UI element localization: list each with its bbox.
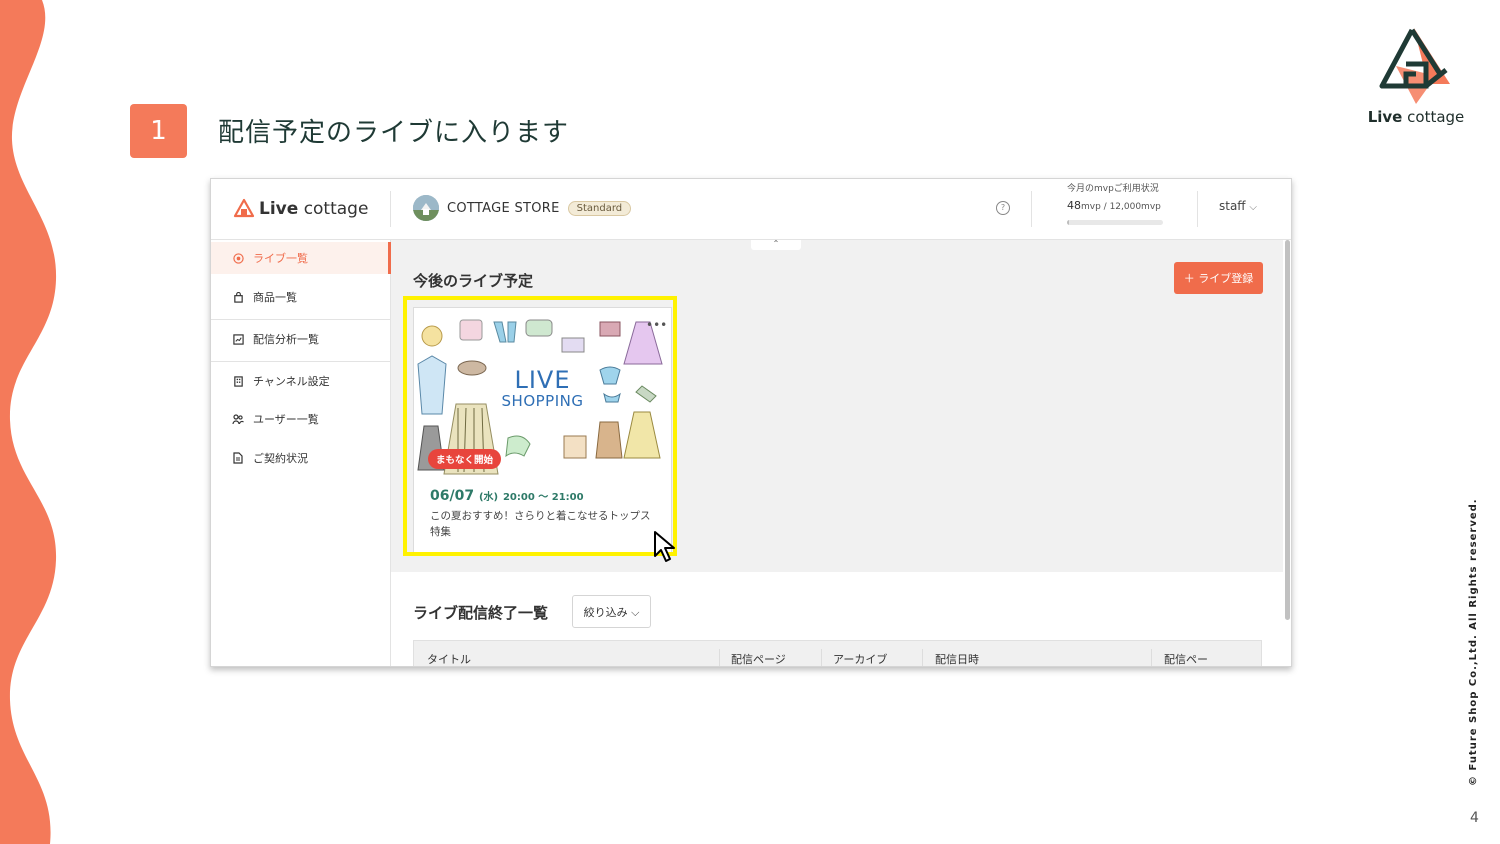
house-logo-icon bbox=[233, 198, 255, 218]
header-divider bbox=[1197, 191, 1198, 227]
sidebar-item-label: ユーザー一覧 bbox=[253, 413, 319, 426]
plan-badge: Standard bbox=[567, 200, 632, 216]
sidebar-item-label: ライブ一覧 bbox=[253, 252, 308, 265]
sidebar-item-label: チャンネル設定 bbox=[253, 375, 330, 388]
chevron-down-icon: ⌵ bbox=[1249, 202, 1257, 213]
column-header[interactable]: 配信ページ bbox=[731, 651, 786, 666]
page-number: 4 bbox=[1470, 810, 1479, 826]
store-name: COTTAGE STORE bbox=[447, 200, 560, 216]
document-icon bbox=[232, 452, 244, 464]
chart-icon bbox=[232, 333, 244, 345]
help-icon[interactable]: ? bbox=[996, 201, 1010, 215]
app-screenshot: Live cottage COTTAGE STORE Standard ? 今月… bbox=[210, 178, 1292, 667]
usage-status: 今月のmvpご利用状況 48mvp / 12,000mvp bbox=[1067, 181, 1177, 225]
collapse-toggle[interactable]: ⌃ bbox=[751, 240, 801, 250]
decorative-wave bbox=[0, 0, 57, 844]
bag-icon bbox=[232, 291, 244, 303]
upcoming-section-title: 今後のライブ予定 bbox=[413, 272, 534, 290]
step-number-badge: 1 bbox=[130, 104, 187, 158]
mouse-cursor-icon bbox=[654, 531, 675, 562]
highlight-frame bbox=[403, 296, 677, 556]
play-circle-icon bbox=[232, 252, 244, 264]
column-divider bbox=[1151, 649, 1152, 666]
app-logo[interactable]: Live cottage bbox=[233, 195, 368, 223]
copyright-notice: © Future Shop Co.,Ltd. All Rights reserv… bbox=[1468, 498, 1479, 786]
filter-dropdown[interactable]: 絞り込み ⌵ bbox=[572, 595, 651, 628]
sidebar-item-label: 配信分析一覧 bbox=[253, 333, 319, 346]
store-switcher[interactable]: COTTAGE STORE Standard bbox=[413, 195, 632, 221]
sidebar-item-contract[interactable]: ご契約状況 bbox=[211, 442, 390, 474]
add-live-button[interactable]: ＋ ライブ登録 bbox=[1174, 262, 1263, 294]
sidebar-item-label: ご契約状況 bbox=[253, 452, 308, 465]
sidebar-item-products[interactable]: 商品一覧 bbox=[211, 281, 390, 313]
cottage-logo-icon bbox=[1379, 28, 1450, 104]
table-header: タイトル 配信ページ アーカイブ 配信日時 配信ペー bbox=[413, 640, 1262, 666]
brand-logo: Live cottage bbox=[1366, 26, 1466, 130]
column-header[interactable]: アーカイブ bbox=[833, 651, 887, 666]
column-divider bbox=[719, 649, 720, 666]
usage-label: 今月のmvpご利用状況 bbox=[1067, 184, 1159, 194]
app-header: Live cottage COTTAGE STORE Standard ? 今月… bbox=[211, 179, 1291, 240]
sidebar-item-label: 商品一覧 bbox=[253, 291, 297, 304]
finished-section-title: ライブ配信終了一覧 bbox=[413, 604, 549, 622]
store-avatar bbox=[413, 195, 439, 221]
sidebar: ライブ一覧 商品一覧 配信分析一覧 チャンネル設定 ユーザー一覧 ご契約状況 bbox=[211, 240, 391, 666]
column-header[interactable]: 配信ペー bbox=[1164, 651, 1208, 666]
building-icon bbox=[232, 375, 244, 387]
user-menu[interactable]: staff ⌵ bbox=[1219, 199, 1257, 213]
sidebar-item-users[interactable]: ユーザー一覧 bbox=[211, 403, 390, 435]
column-divider bbox=[922, 649, 923, 666]
scrollbar[interactable] bbox=[1285, 240, 1290, 620]
sidebar-divider bbox=[211, 319, 390, 320]
column-header[interactable]: タイトル bbox=[427, 651, 471, 666]
users-icon bbox=[232, 413, 244, 425]
sidebar-divider bbox=[211, 361, 390, 362]
sidebar-item-live-list[interactable]: ライブ一覧 bbox=[211, 242, 391, 274]
usage-progress-bar bbox=[1067, 220, 1163, 225]
brand-wordmark: Live cottage bbox=[1367, 108, 1465, 126]
column-header[interactable]: 配信日時 bbox=[935, 651, 979, 666]
header-divider bbox=[1031, 191, 1032, 227]
sidebar-item-analytics[interactable]: 配信分析一覧 bbox=[211, 323, 390, 355]
finished-section: ライブ配信終了一覧 絞り込み ⌵ タイトル 配信ページ アーカイブ 配信日時 配… bbox=[391, 572, 1283, 666]
slide-title: 配信予定のライブに入ります bbox=[218, 118, 570, 148]
column-divider bbox=[821, 649, 822, 666]
header-divider bbox=[390, 191, 391, 227]
sidebar-item-channel-settings[interactable]: チャンネル設定 bbox=[211, 365, 390, 397]
usage-value: 48mvp / 12,000mvp bbox=[1067, 199, 1161, 212]
